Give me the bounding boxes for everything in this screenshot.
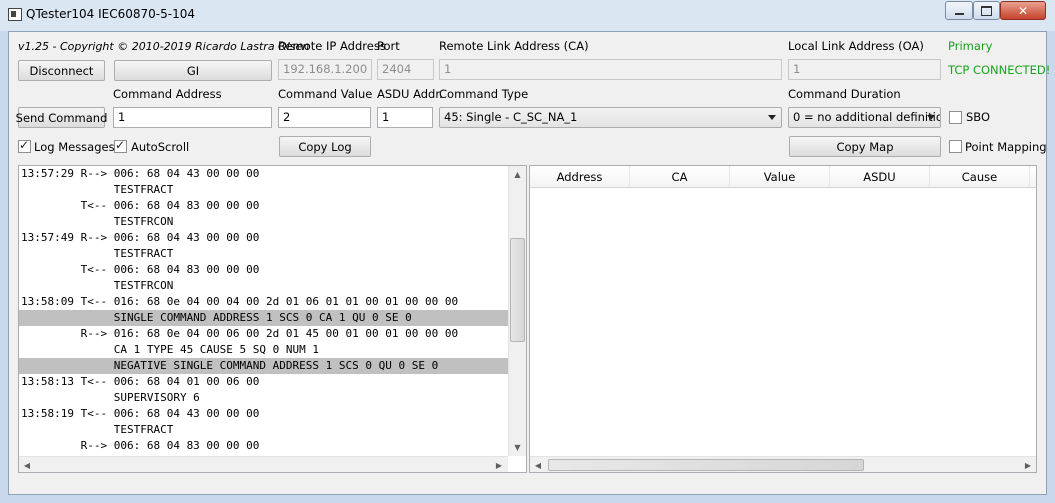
close-icon: ✕	[1017, 3, 1029, 18]
send-command-button[interactable]: Send Command	[16, 107, 107, 128]
log-panel[interactable]: 13:57:29 R--> 006: 68 04 43 00 00 00 TES…	[18, 165, 527, 473]
port-label: Port	[377, 39, 400, 53]
command-duration-value: 0 = no additional definition	[793, 110, 941, 124]
connection-status: TCP CONNECTED!	[948, 63, 1051, 77]
log-line: T<-- 006: 68 04 83 00 00 00	[21, 263, 260, 276]
disconnect-button[interactable]: Disconnect	[18, 60, 105, 81]
command-duration-label: Command Duration	[788, 87, 901, 101]
copy-map-button[interactable]: Copy Map	[789, 136, 941, 157]
log-horizontal-scrollbar[interactable]: ◀ ▶	[19, 456, 508, 472]
autoscroll-label: AutoScroll	[131, 140, 190, 154]
log-line: R--> 016: 68 0e 04 00 06 00 2d 01 45 00 …	[21, 327, 459, 340]
log-line: SINGLE COMMAND ADDRESS 1 SCS 0 CA 1 QU 0…	[19, 310, 508, 326]
maximize-icon	[981, 5, 992, 16]
copy-log-button[interactable]: Copy Log	[279, 136, 371, 157]
port-field[interactable]: 2404	[377, 59, 434, 80]
command-type-select[interactable]: 45: Single - C_SC_NA_1	[439, 107, 782, 128]
log-line: TESTFRACT	[21, 183, 174, 196]
column-header-address[interactable]: Address	[530, 166, 630, 188]
command-address-label: Command Address	[113, 87, 222, 101]
column-header-asdu[interactable]: ASDU	[830, 166, 930, 188]
remote-link-field[interactable]: 1	[439, 59, 782, 80]
point-mapping-checkbox[interactable]	[949, 140, 962, 153]
remote-ip-field[interactable]: 192.168.1.200	[278, 59, 372, 80]
point-mapping-label: Point Mapping	[965, 140, 1047, 154]
close-button[interactable]: ✕	[1000, 1, 1046, 20]
gi-button[interactable]: GI	[114, 60, 272, 81]
log-messages-checkbox[interactable]	[18, 138, 31, 153]
local-link-field[interactable]: 1	[788, 59, 941, 80]
minimize-button[interactable]	[945, 1, 973, 20]
autoscroll-checkbox[interactable]	[114, 138, 127, 153]
log-line: SUPERVISORY 6	[21, 391, 200, 404]
log-line: NEGATIVE SINGLE COMMAND ADDRESS 1 SCS 0 …	[19, 358, 508, 374]
log-line: TESTFRCON	[21, 215, 174, 228]
local-link-label: Local Link Address (OA)	[788, 39, 924, 53]
log-line: TESTFRACT	[21, 247, 174, 260]
log-line: TESTFRCON	[21, 279, 174, 292]
command-type-label: Command Type	[439, 87, 529, 101]
log-line: 13:58:13 T<-- 006: 68 04 01 00 06 00	[21, 375, 260, 388]
maximize-button[interactable]	[973, 1, 1000, 20]
column-header-ca[interactable]: CA	[630, 166, 730, 188]
table-horizontal-scrollbar[interactable]: ◀ ▶	[530, 456, 1036, 472]
column-header-filler	[1030, 166, 1036, 188]
remote-ip-label: Remote IP Address	[278, 39, 386, 53]
log-line: 13:57:49 R--> 006: 68 04 43 00 00 00	[21, 231, 260, 244]
chevron-down-icon	[768, 115, 776, 120]
column-header-cause[interactable]: Cause	[930, 166, 1030, 188]
primary-status: Primary	[948, 39, 993, 53]
window-title: QTester104 IEC60870-5-104	[26, 7, 195, 21]
scroll-left-icon[interactable]: ◀	[19, 457, 35, 472]
log-line: T<-- 006: 68 04 83 00 00 00	[21, 199, 260, 212]
scroll-thumb[interactable]	[548, 459, 864, 471]
command-type-value: 45: Single - C_SC_NA_1	[444, 110, 578, 124]
log-messages-label: Log Messages	[34, 140, 115, 154]
log-line: TESTFRACT	[21, 423, 174, 436]
log-vertical-scrollbar[interactable]: ▲ ▼	[508, 166, 526, 456]
remote-link-label: Remote Link Address (CA)	[439, 39, 589, 53]
scroll-thumb[interactable]	[510, 238, 525, 342]
log-line: 13:58:09 T<-- 016: 68 0e 04 00 04 00 2d …	[21, 295, 459, 308]
point-table[interactable]: Address CA Value ASDU Cause ◀ ▶	[529, 165, 1037, 473]
sbo-checkbox[interactable]	[949, 111, 962, 124]
scroll-down-icon[interactable]: ▼	[509, 439, 526, 456]
minimize-icon	[954, 12, 964, 15]
asdu-addr-label: ASDU Addr.	[377, 87, 443, 101]
command-value-label: Command Value	[278, 87, 373, 101]
scroll-right-icon[interactable]: ▶	[491, 457, 507, 472]
sbo-label: SBO	[966, 110, 991, 124]
log-lines: 13:57:29 R--> 006: 68 04 43 00 00 00 TES…	[19, 166, 508, 456]
command-value-input[interactable]: 2	[278, 107, 371, 128]
command-duration-select[interactable]: 0 = no additional definition	[788, 107, 941, 128]
chevron-down-icon	[927, 115, 935, 120]
log-line: 13:57:29 R--> 006: 68 04 43 00 00 00	[21, 167, 260, 180]
app-icon	[8, 8, 22, 21]
scroll-right-icon[interactable]: ▶	[1020, 457, 1036, 472]
copyright-text: v1.25 - Copyright © 2010-2019 Ricardo La…	[18, 40, 310, 53]
scroll-up-icon[interactable]: ▲	[509, 166, 526, 183]
asdu-addr-input[interactable]: 1	[377, 107, 433, 128]
command-address-input[interactable]: 1	[113, 107, 272, 128]
log-line: R--> 006: 68 04 83 00 00 00	[21, 439, 260, 452]
column-header-value[interactable]: Value	[730, 166, 830, 188]
log-line: 13:58:19 T<-- 006: 68 04 43 00 00 00	[21, 407, 260, 420]
scroll-left-icon[interactable]: ◀	[530, 457, 546, 472]
log-line: CA 1 TYPE 45 CAUSE 5 SQ 0 NUM 1	[21, 343, 320, 356]
